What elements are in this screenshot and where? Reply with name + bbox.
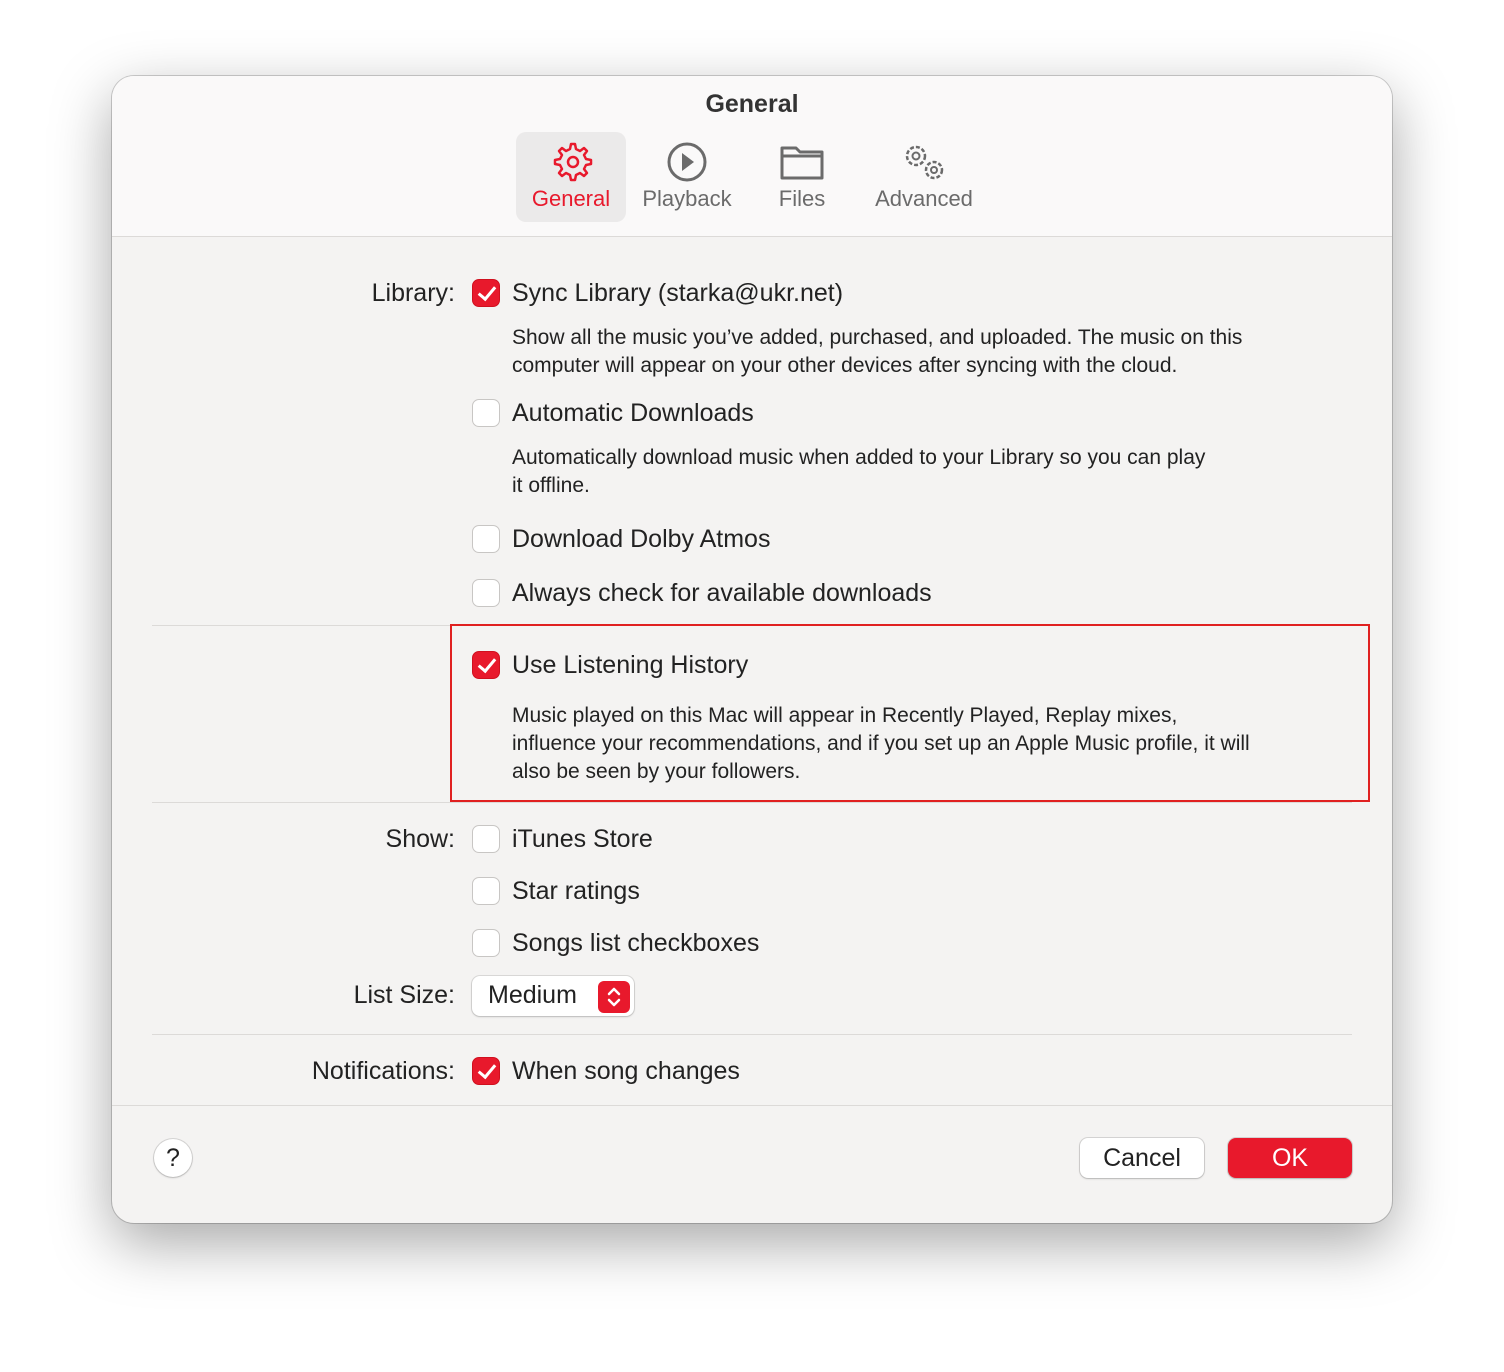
tab-advanced[interactable]: Advanced xyxy=(862,132,986,222)
tab-label: Advanced xyxy=(875,186,973,211)
sync-library-checkbox[interactable] xyxy=(472,279,500,307)
tab-label: Files xyxy=(778,186,826,211)
always-check-downloads-checkbox[interactable] xyxy=(472,579,500,607)
sync-library-description: Show all the music you’ve added, purchas… xyxy=(512,324,1242,380)
sync-library-label[interactable]: Sync Library (starka@ukr.net) xyxy=(512,279,843,308)
desc-line: also be seen by your followers. xyxy=(512,760,801,783)
notifications-label: Notifications: xyxy=(311,1057,455,1085)
list-size-value: Medium xyxy=(488,981,577,1009)
itunes-store-label[interactable]: iTunes Store xyxy=(512,825,653,854)
desc-line: Music played on this Mac will appear in … xyxy=(512,704,1178,727)
listening-history-label[interactable]: Use Listening History xyxy=(512,651,748,680)
list-size-label: List Size: xyxy=(353,981,455,1009)
cancel-button[interactable]: Cancel xyxy=(1080,1138,1204,1178)
dolby-atmos-checkbox[interactable] xyxy=(472,525,500,553)
ok-button[interactable]: OK xyxy=(1228,1138,1352,1178)
divider xyxy=(152,1034,1352,1035)
listening-history-checkbox[interactable] xyxy=(472,651,500,679)
star-ratings-label[interactable]: Star ratings xyxy=(512,877,640,906)
tab-playback[interactable]: Playback xyxy=(632,132,742,222)
tab-label: Playback xyxy=(642,186,732,211)
preferences-window: General General Playback Files Advanced … xyxy=(112,76,1392,1223)
star-ratings-checkbox[interactable] xyxy=(472,877,500,905)
tab-label: General xyxy=(531,186,611,211)
automatic-downloads-description: Automatically download music when added … xyxy=(512,444,1205,500)
chevron-up-down-icon xyxy=(598,981,630,1013)
show-label: Show: xyxy=(385,825,455,853)
tab-general[interactable]: General xyxy=(516,132,626,222)
dolby-atmos-label[interactable]: Download Dolby Atmos xyxy=(512,525,770,554)
itunes-store-checkbox[interactable] xyxy=(472,825,500,853)
songs-list-checkboxes-label[interactable]: Songs list checkboxes xyxy=(512,929,759,958)
automatic-downloads-checkbox[interactable] xyxy=(472,399,500,427)
window-title: General xyxy=(705,90,799,118)
play-circle-icon xyxy=(667,142,707,182)
divider xyxy=(152,802,1352,803)
listening-history-description: Music played on this Mac will appear in … xyxy=(512,702,1250,786)
help-button[interactable]: ? xyxy=(154,1139,192,1177)
when-song-changes-checkbox[interactable] xyxy=(472,1057,500,1085)
desc-line: influence your recommendations, and if y… xyxy=(512,732,1250,755)
folder-icon xyxy=(780,146,824,180)
library-label: Library: xyxy=(371,279,455,307)
toolbar: General General Playback Files Advanced xyxy=(112,76,1392,237)
gears-icon xyxy=(905,145,944,180)
desc-line: it offline. xyxy=(512,474,590,497)
when-song-changes-label[interactable]: When song changes xyxy=(512,1057,740,1086)
songs-list-checkboxes-checkbox[interactable] xyxy=(472,929,500,957)
list-size-select[interactable]: Medium xyxy=(472,976,634,1016)
tab-files[interactable]: Files xyxy=(752,132,852,222)
always-check-downloads-label[interactable]: Always check for available downloads xyxy=(512,579,932,608)
desc-line: Automatically download music when added … xyxy=(512,446,1206,469)
footer-divider xyxy=(112,1105,1392,1106)
desc-line: computer will appear on your other devic… xyxy=(512,354,1178,377)
automatic-downloads-label[interactable]: Automatic Downloads xyxy=(512,399,754,428)
gear-icon xyxy=(553,142,593,182)
desc-line: Show all the music you’ve added, purchas… xyxy=(512,326,1243,349)
